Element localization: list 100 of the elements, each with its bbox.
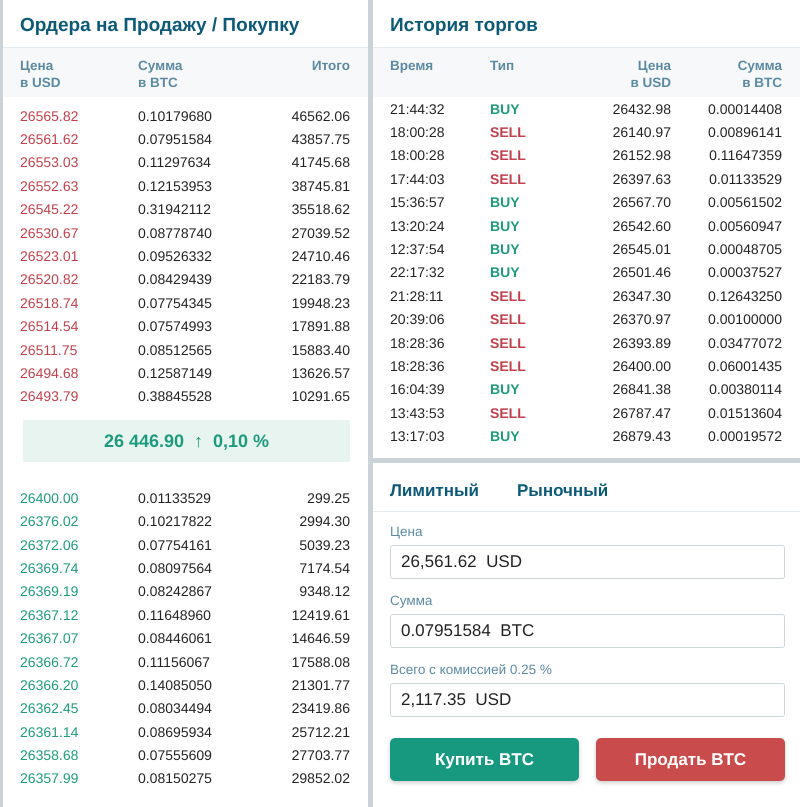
- price-cell-text: 26376.02: [20, 513, 80, 530]
- total-cell-text: 13626.57: [290, 364, 350, 381]
- price-cell-text: 26545.22: [20, 201, 80, 218]
- time-cell-text: 13:20:24: [390, 218, 446, 234]
- trade-type: SELL: [490, 124, 527, 140]
- sell-button[interactable]: Продать BTC: [596, 738, 785, 781]
- trade-type: BUY: [490, 218, 521, 234]
- time-cell-text: 13:17:03: [390, 428, 446, 444]
- price-cell-text: 26561.62: [20, 131, 80, 148]
- amount-cell-text: 0.07754161: [137, 536, 213, 553]
- price-cell-text: 26518.74: [20, 294, 80, 311]
- amount-cell-text: 0.07951584: [137, 131, 213, 148]
- amount-cell-text: 0.38845528: [137, 388, 213, 404]
- column-header: Цена в USD: [629, 57, 671, 91]
- total-cell-text: 9348.12: [298, 583, 350, 600]
- total-cell-text: 2994.30: [298, 513, 350, 530]
- time-cell-text: 13:43:53: [390, 404, 446, 421]
- total-cell-text: 38745.81: [290, 178, 350, 194]
- total-cell-text: 21301.77: [290, 676, 350, 693]
- amount-cell-text: 0.09526332: [137, 248, 213, 264]
- amount-cell-text: 0.07754345: [137, 294, 213, 311]
- time-cell-text: 18:28:36: [390, 334, 446, 351]
- price-cell-text: 26370.97: [612, 311, 671, 328]
- input-field[interactable]: 26,561.62 USD: [390, 545, 785, 579]
- trade-type: BUY: [490, 428, 521, 444]
- field-label: Цена: [390, 524, 424, 539]
- amount-cell-text: 0.12643250: [707, 288, 782, 304]
- price-cell-text: 26501.46: [612, 264, 671, 280]
- time-cell-text: 18:28:36: [390, 358, 446, 374]
- order-type-tab[interactable]: Рыночный: [516, 481, 608, 501]
- total-cell-text: 10291.65: [290, 388, 350, 404]
- price-cell-text: 26879.43: [612, 428, 671, 444]
- price-cell-text: 26400.00: [612, 358, 671, 374]
- total-cell-text: 43857.75: [290, 131, 350, 148]
- time-cell-text: 20:39:06: [390, 311, 446, 328]
- price-cell-text: 26542.60: [612, 218, 671, 234]
- price-cell-text: 26361.14: [20, 724, 80, 740]
- price-cell-text: 26553.03: [20, 154, 80, 170]
- order-type-tab[interactable]: Лимитный: [390, 481, 479, 501]
- amount-cell-text: 0.11647359: [708, 147, 782, 164]
- total-cell-text: 5039.23: [298, 536, 350, 553]
- amount-cell-text: 0.14085050: [137, 676, 213, 693]
- column-header: Время: [390, 57, 434, 75]
- amount-cell-text: 0.10217822: [137, 513, 213, 530]
- price-cell-text: 26367.07: [20, 630, 80, 646]
- trade-type: BUY: [490, 100, 521, 117]
- total-cell-text: 27039.52: [290, 224, 350, 241]
- trade-type: BUY: [490, 264, 521, 280]
- column-header: Итого: [310, 57, 350, 75]
- price-cell-text: 26397.63: [612, 170, 671, 187]
- price-cell-text: 26140.97: [612, 124, 671, 140]
- price-cell-text: 26552.63: [20, 178, 80, 194]
- total-cell-text: 23419.86: [290, 700, 350, 716]
- amount-cell-text: 0.00561502: [707, 194, 782, 210]
- price-cell-text: 26358.68: [20, 747, 80, 764]
- trade-type: BUY: [490, 194, 521, 210]
- total-cell-text: 7174.54: [298, 560, 350, 576]
- price-change: 0,10 %: [213, 430, 270, 452]
- amount-cell-text: 0.01133529: [708, 170, 782, 187]
- trade-type: SELL: [490, 170, 527, 187]
- trade-type: SELL: [490, 404, 527, 421]
- field-label: Сумма: [390, 593, 434, 608]
- amount-cell-text: 0.08778740: [137, 224, 213, 241]
- price-cell-text: 26432.98: [612, 100, 671, 117]
- input-field[interactable]: 2,117.35 USD: [390, 683, 785, 717]
- total-cell-text: 14646.59: [290, 630, 350, 646]
- amount-cell-text: 0.00014408: [707, 100, 782, 117]
- price-cell-text: 26393.89: [612, 334, 671, 351]
- total-cell-text: 19948.23: [290, 294, 350, 311]
- price-cell-text: 26347.30: [612, 288, 671, 304]
- amount-cell-text: 0.00048705: [707, 241, 782, 258]
- amount-cell-text: 0.08034494: [137, 700, 213, 716]
- trade-type: SELL: [490, 311, 527, 328]
- price-cell-text: 26514.54: [20, 318, 80, 334]
- amount-cell-text: 0.08446061: [137, 630, 213, 646]
- up-arrow-icon: ↑: [194, 430, 204, 452]
- amount-cell-text: 0.12153953: [137, 178, 213, 194]
- amount-cell-text: 0.07555609: [137, 747, 213, 764]
- last-price: 26 446.90: [104, 430, 184, 452]
- input-field[interactable]: 0.07951584 BTC: [390, 614, 785, 648]
- time-cell-text: 18:00:28: [390, 147, 446, 164]
- time-cell-text: 15:36:57: [390, 194, 446, 210]
- price-cell-text: 26369.74: [20, 560, 80, 576]
- total-cell-text: 17891.88: [290, 318, 350, 334]
- column-header: Сумма в BTC: [137, 57, 184, 91]
- total-cell-text: 15883.40: [290, 342, 350, 358]
- trade-type: BUY: [490, 381, 521, 398]
- amount-cell-text: 0.08097564: [137, 560, 213, 576]
- price-cell-text: 26841.38: [612, 381, 671, 398]
- total-cell-text: 299.25: [306, 490, 350, 506]
- price-cell-text: 26523.01: [20, 248, 80, 264]
- amount-cell-text: 0.08429439: [137, 271, 213, 288]
- column-header: Тип: [490, 57, 516, 75]
- trade-type: SELL: [490, 288, 527, 304]
- buy-button[interactable]: Купить BTC: [390, 738, 579, 781]
- amount-cell-text: 0.00037527: [707, 264, 782, 280]
- column-header: Сумма в BTC: [736, 57, 782, 91]
- price-cell-text: 26366.72: [20, 654, 80, 670]
- time-cell-text: 21:28:11: [390, 288, 444, 304]
- amount-cell-text: 0.00019572: [707, 428, 782, 444]
